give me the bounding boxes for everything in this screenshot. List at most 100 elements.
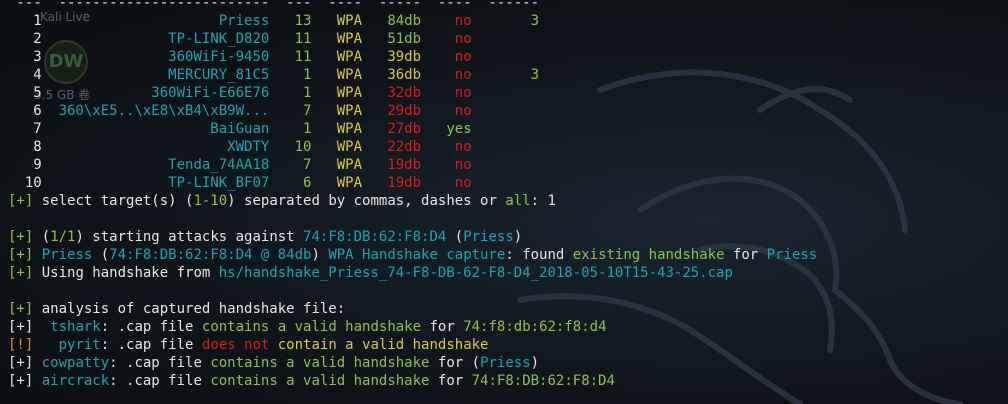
network-encryption: WPA	[328, 13, 379, 29]
network-encryption: WPA	[328, 139, 379, 155]
network-channel: 1	[286, 85, 329, 101]
network-encryption: WPA	[328, 85, 379, 101]
network-clients	[488, 175, 539, 191]
tool-target: 74:F8:DB:62:F8:D4	[471, 373, 615, 389]
terminal-window[interactable]: Kali Live DW 3.5 GB 卷 --- --------------…	[0, 0, 1008, 404]
network-list: 1 Priess 1 3 WPA 84db no 3 2 TP-LINK_D820…	[8, 12, 817, 192]
select-target-prompt: [+] select target(s) (1-10) separated by…	[8, 193, 556, 209]
network-power: 84db	[378, 13, 438, 29]
tool-text: : .cap file	[100, 337, 202, 353]
network-clients: 3	[488, 13, 540, 29]
tool-verdict: contains a valid handshake	[210, 355, 430, 371]
network-clients: 3	[488, 67, 540, 83]
network-essid: TP-LINK_BF07	[58, 175, 287, 191]
terminal-output: --- ------------------------- --- ---- -…	[8, 0, 817, 390]
network-encryption: WPA	[328, 49, 379, 65]
network-row[interactable]: 4 MERCURY_81C5 1 WPA 36db no 3	[8, 66, 817, 84]
network-row[interactable]: 10 TP-LINK_BF07 6 WPA 19db no	[8, 174, 817, 192]
network-wps: no	[437, 175, 489, 191]
network-number: 9	[8, 157, 59, 173]
tool-close: )	[530, 355, 540, 371]
tool-for: for	[429, 373, 472, 389]
network-essid: Priess	[58, 13, 287, 29]
tool-text: : .cap file	[100, 319, 202, 335]
network-encryption: WPA	[328, 31, 379, 47]
network-wps: yes	[437, 121, 489, 137]
network-channel: 6	[286, 175, 329, 191]
network-row[interactable]: 9 Tenda_74AA18 7 WPA 19db no	[8, 156, 817, 174]
network-wps: no	[437, 139, 489, 155]
network-clients	[488, 31, 539, 47]
tool-verdict: contains a valid handshake	[210, 373, 430, 389]
network-wps: no	[437, 31, 489, 47]
network-row[interactable]: 5 360WiFi-E66E76 1 WPA 32db no	[8, 84, 817, 102]
tool-result-line: [!] pyrit: .cap file does not contain a …	[8, 336, 817, 354]
network-encryption: WPA	[328, 121, 379, 137]
network-number: 7	[8, 121, 59, 137]
tool-name: tshark	[33, 319, 101, 335]
analysis-header-line: [+] analysis of captured handshake file:	[8, 301, 346, 317]
tool-name: pyrit	[33, 337, 101, 353]
network-wps: no	[437, 49, 489, 65]
network-channel: 1	[286, 67, 329, 83]
network-row[interactable]: 7 BaiGuan 1 WPA 27db yes	[8, 120, 817, 138]
network-power: 19db	[378, 175, 438, 191]
tool-results: [+] tshark: .cap file contains a valid h…	[8, 318, 817, 390]
tool-result-line: [+] tshark: .cap file contains a valid h…	[8, 318, 817, 336]
network-encryption: WPA	[328, 157, 379, 173]
network-essid: TP-LINK_D820	[58, 31, 287, 47]
status-tag: [+]	[8, 355, 34, 371]
network-power: 51db	[378, 31, 438, 47]
network-wps: no	[437, 103, 489, 119]
status-tag: [!]	[8, 337, 34, 353]
network-number: 1	[8, 13, 59, 29]
network-clients	[488, 85, 539, 101]
network-clients	[488, 103, 539, 119]
status-tag: [+]	[8, 319, 34, 335]
tool-for: for (	[429, 355, 481, 371]
tool-result-line: [+] aircrack: .cap file contains a valid…	[8, 372, 817, 390]
network-essid: 360\xE5..\xE8\xB4\xB9W...	[58, 103, 287, 119]
network-row[interactable]: 6 360\xE5..\xE8\xB4\xB9W... 7 WPA 29db n…	[8, 102, 817, 120]
network-power: 39db	[378, 49, 438, 65]
tool-name: aircrack	[33, 373, 110, 389]
network-encryption: WPA	[328, 175, 379, 191]
attack-start-line: [+] (1/1) starting attacks against 74:F8…	[8, 229, 523, 245]
status-tag: [+]	[8, 373, 34, 389]
network-number: 5	[8, 85, 59, 101]
network-channel: 10	[286, 139, 329, 155]
network-encryption: WPA	[328, 67, 379, 83]
tool-target: 74:f8:db:62:f8:d4	[463, 319, 607, 335]
network-power: 22db	[378, 139, 438, 155]
network-wps: no	[437, 157, 489, 173]
network-power: 27db	[378, 121, 438, 137]
network-power: 29db	[378, 103, 438, 119]
tool-name: cowpatty	[33, 355, 110, 371]
handshake-file-path: hs/handshake_Priess_74-F8-DB-62-F8-D4_20…	[218, 265, 733, 281]
tool-target: Priess	[480, 355, 531, 371]
network-number: 6	[8, 103, 59, 119]
tool-verdict: does not	[201, 337, 270, 353]
network-number: 4	[8, 67, 59, 83]
network-power: 19db	[378, 157, 438, 173]
network-encryption: WPA	[328, 103, 379, 119]
network-number: 3	[8, 49, 59, 65]
network-row[interactable]: 2 TP-LINK_D820 11 WPA 51db no	[8, 30, 817, 48]
network-row[interactable]: 8 XWDTY 10 WPA 22db no	[8, 138, 817, 156]
tool-text: : .cap file	[109, 355, 211, 371]
network-clients	[488, 139, 539, 155]
tool-verdict: contains a valid handshake	[201, 319, 422, 335]
target-input[interactable]: 1	[547, 193, 555, 209]
network-essid: 360WiFi-E66E76	[58, 85, 287, 101]
tool-text: : .cap file	[109, 373, 211, 389]
network-channel: 1	[286, 121, 329, 137]
handshake-capture-line: [+] Priess (74:F8:DB:62:F8:D4 @ 84db) WP…	[8, 247, 818, 263]
network-row[interactable]: 1 Priess 13 WPA 84db no 3	[8, 12, 817, 30]
tool-result-line: [+] cowpatty: .cap file contains a valid…	[8, 354, 817, 372]
network-clients	[488, 121, 539, 137]
network-row[interactable]: 3 360WiFi-9450 11 WPA 39db no	[8, 48, 817, 66]
using-handshake-line: [+] Using handshake from hs/handshake_Pr…	[8, 265, 733, 281]
network-essid: Tenda_74AA18	[58, 157, 287, 173]
